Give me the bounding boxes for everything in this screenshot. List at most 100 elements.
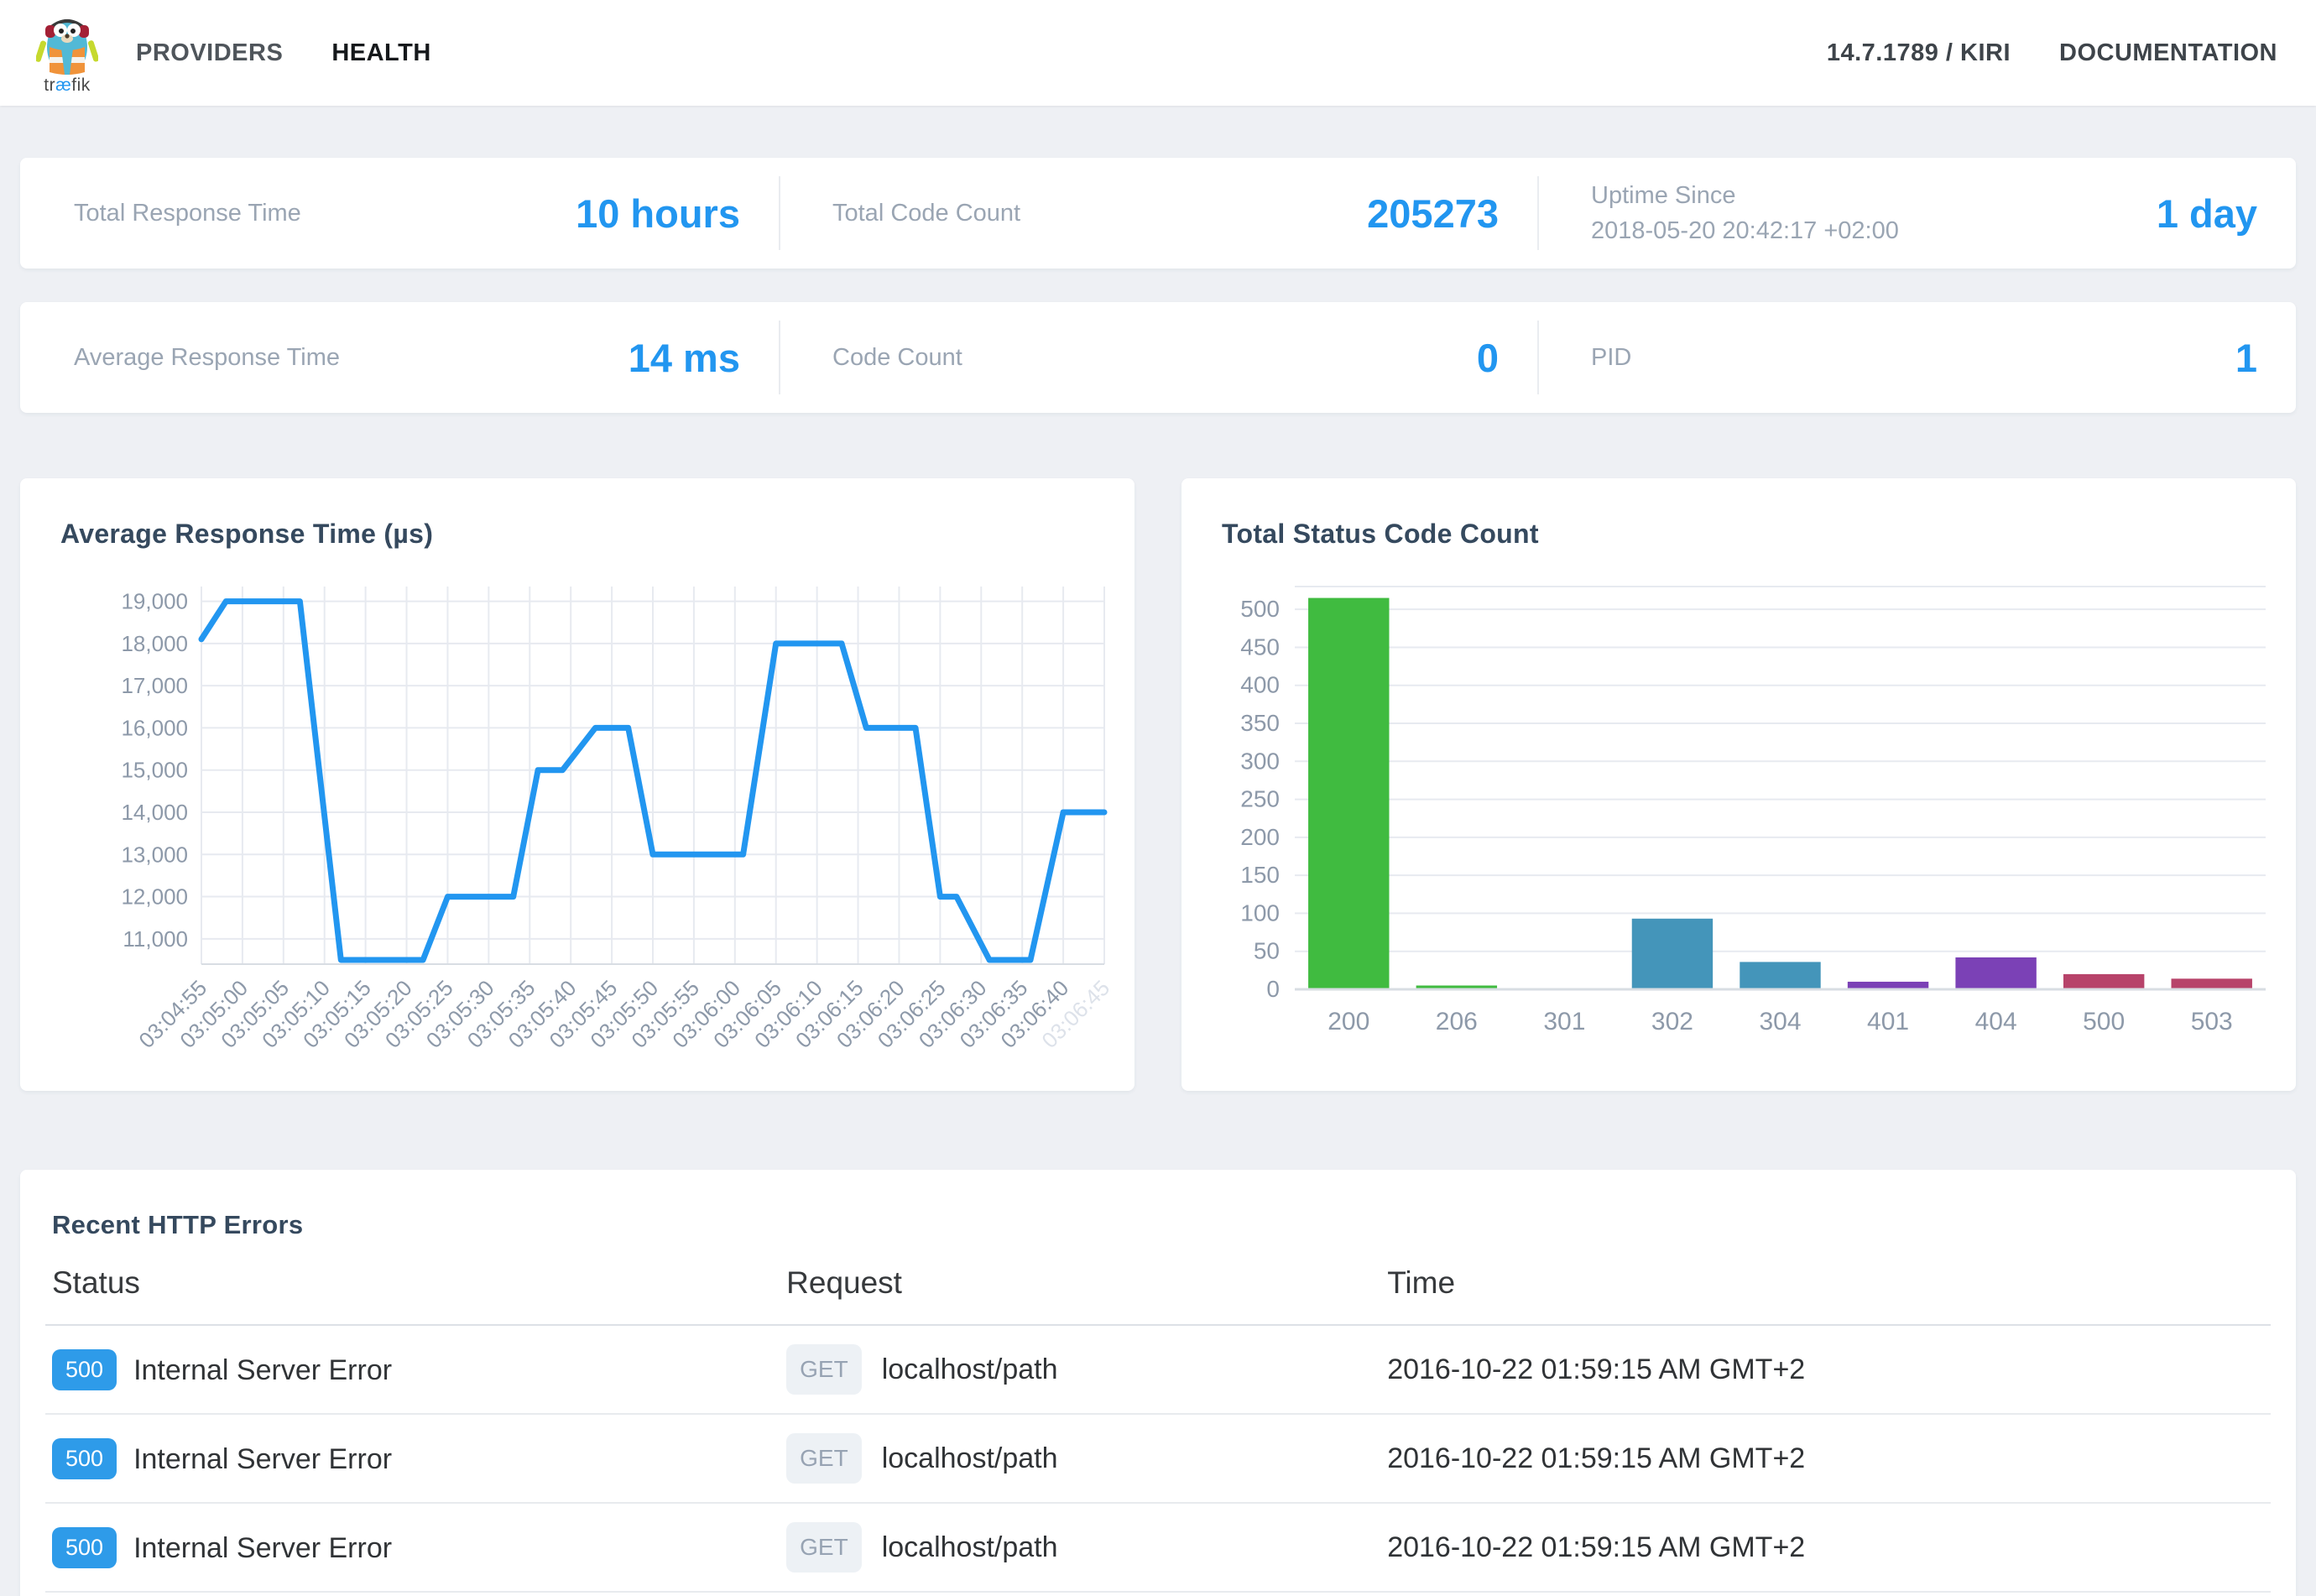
recent-http-errors-card: Recent HTTP Errors Status Request Time 5… bbox=[20, 1170, 2296, 1596]
y-axis-tick-label: 400 bbox=[1240, 672, 1280, 698]
status-code-bar-chart: 0501001502002503003504004505002002063013… bbox=[1207, 568, 2281, 1076]
time-cell: 2016-10-22 01:59:15 AM GMT+2 bbox=[1380, 1325, 2271, 1414]
response-time-line-chart: 19,00018,00017,00016,00015,00014,00013,0… bbox=[45, 568, 1119, 1091]
bar-302 bbox=[1632, 919, 1713, 989]
status-text: Internal Server Error bbox=[133, 1532, 392, 1564]
traefik-logo-text: træfik bbox=[44, 76, 91, 96]
stat-average-response-time: Average Response Time 14 ms bbox=[20, 302, 779, 413]
bar-500 bbox=[2063, 974, 2144, 989]
status-cell: 500Internal Server Error bbox=[45, 1592, 780, 1596]
bar-503 bbox=[2172, 978, 2252, 989]
status-text: Internal Server Error bbox=[133, 1354, 392, 1386]
column-header-time: Time bbox=[1380, 1254, 2271, 1325]
y-axis-tick-label: 50 bbox=[1254, 938, 1280, 964]
y-axis-tick-label: 16,000 bbox=[121, 715, 188, 740]
time-cell: 2016-10-22 01:59:15 AM GMT+2 bbox=[1380, 1503, 2271, 1592]
bar-404 bbox=[1955, 957, 2036, 989]
y-axis-tick-label: 200 bbox=[1240, 824, 1280, 850]
y-axis-tick-label: 17,000 bbox=[121, 673, 188, 698]
stat-value: 0 bbox=[1477, 335, 1499, 381]
x-axis-tick-label: 302 bbox=[1651, 1008, 1693, 1035]
y-axis-tick-label: 350 bbox=[1240, 710, 1280, 736]
request-path: localhost/path bbox=[882, 1353, 1058, 1385]
x-axis-tick-label: 200 bbox=[1328, 1008, 1369, 1035]
response-time-chart-title: Average Response Time (µs) bbox=[60, 519, 1119, 550]
status-cell: 500 Internal Server Error bbox=[45, 1503, 780, 1592]
status-code-chart-title: Total Status Code Count bbox=[1222, 519, 2281, 550]
x-axis-tick-label: 503 bbox=[2191, 1008, 2233, 1035]
request-cell: GETlocalhost/path bbox=[780, 1414, 1380, 1503]
y-axis-tick-label: 13,000 bbox=[121, 842, 188, 867]
x-axis-tick-label: 206 bbox=[1436, 1008, 1478, 1035]
y-axis-tick-label: 19,000 bbox=[121, 589, 188, 614]
status-code-badge: 500 bbox=[52, 1438, 117, 1479]
error-row: 500 Internal Server Error GET localhost/pat… bbox=[45, 1503, 2271, 1592]
traefik-logo[interactable]: træfik bbox=[20, 10, 114, 96]
bar-200 bbox=[1308, 598, 1389, 989]
column-header-status: Status bbox=[45, 1254, 780, 1325]
stat-label: PID bbox=[1591, 340, 1631, 375]
x-axis-tick-label: 301 bbox=[1543, 1008, 1585, 1035]
response-time-chart-card: Average Response Time (µs) 19,00018,0001… bbox=[20, 478, 1135, 1091]
errors-table-header-row: Status Request Time bbox=[45, 1254, 2271, 1325]
y-axis-tick-label: 11,000 bbox=[123, 926, 188, 952]
y-axis-tick-label: 100 bbox=[1240, 900, 1280, 926]
request-cell: GETlocalhost/path bbox=[780, 1592, 1380, 1596]
nav-item-health[interactable]: HEALTH bbox=[331, 39, 430, 67]
status-code-chart-card: Total Status Code Count 0501001502002503… bbox=[1181, 478, 2296, 1091]
stat-code-count: Code Count 0 bbox=[779, 302, 1537, 413]
stat-value: 1 day bbox=[2157, 190, 2257, 237]
status-cell: 500 Internal Server Error bbox=[45, 1414, 780, 1503]
y-axis-tick-label: 450 bbox=[1240, 634, 1280, 660]
stat-pid: PID 1 bbox=[1537, 302, 2296, 413]
app-header: træfik PROVIDERS HEALTH 14.7.1789 / KIRI… bbox=[0, 0, 2316, 106]
stat-total-code-count: Total Code Count 205273 bbox=[779, 158, 1537, 269]
column-header-request: Request bbox=[780, 1254, 1380, 1325]
bar-304 bbox=[1740, 962, 1820, 989]
stats-row-2: Average Response Time 14 ms Code Count 0… bbox=[20, 302, 2296, 413]
stat-value: 205273 bbox=[1367, 190, 1499, 237]
y-axis-tick-label: 500 bbox=[1240, 596, 1280, 622]
y-axis-tick-label: 0 bbox=[1266, 976, 1280, 1002]
stat-uptime-since: Uptime Since 2018-05-20 20:42:17 +02:00 … bbox=[1537, 158, 2296, 269]
stat-sublabel: 2018-05-20 20:42:17 +02:00 bbox=[1591, 213, 1899, 248]
y-axis-tick-label: 150 bbox=[1240, 862, 1280, 888]
method-badge: GET bbox=[786, 1344, 862, 1395]
y-axis-tick-label: 14,000 bbox=[121, 800, 188, 825]
request-path: localhost/path bbox=[882, 1531, 1058, 1563]
request-cell: GET localhost/path bbox=[780, 1325, 1380, 1414]
stat-label: Average Response Time bbox=[74, 340, 340, 375]
line-chart-svg: 19,00018,00017,00016,00015,00014,00013,0… bbox=[45, 568, 1111, 1091]
main-nav: PROVIDERS HEALTH bbox=[136, 39, 431, 67]
status-code-badge: 500 bbox=[52, 1349, 117, 1390]
bar-chart-svg: 0501001502002503003504004505002002063013… bbox=[1207, 568, 2272, 1072]
stat-value: 14 ms bbox=[629, 335, 740, 381]
error-row: 500 Internal Server Error GETlocalhost/pat… bbox=[45, 1414, 2271, 1503]
documentation-link[interactable]: DOCUMENTATION bbox=[2059, 39, 2277, 67]
stat-value: 1 bbox=[2235, 335, 2257, 381]
x-axis-tick-label: 304 bbox=[1759, 1008, 1801, 1035]
error-row: 500Internal Server ErrorGETlocalhost/pat… bbox=[45, 1592, 2271, 1596]
x-axis-tick-label: 404 bbox=[1975, 1008, 2017, 1035]
stat-total-response-time: Total Response Time 10 hours bbox=[20, 158, 779, 269]
status-cell: 500 Internal Server Error bbox=[45, 1325, 780, 1414]
y-axis-tick-label: 300 bbox=[1240, 748, 1280, 774]
time-cell: 2016-10-22 01:59:15 AM GMT+2 bbox=[1380, 1414, 2271, 1503]
charts-row: Average Response Time (µs) 19,00018,0001… bbox=[20, 478, 2296, 1091]
stat-label: Uptime Since bbox=[1591, 178, 1899, 213]
request-cell: GET localhost/path bbox=[780, 1503, 1380, 1592]
y-axis-tick-label: 12,000 bbox=[121, 884, 188, 910]
status-text: Internal Server Error bbox=[133, 1443, 392, 1475]
stat-label: Total Code Count bbox=[832, 196, 1020, 231]
stat-value: 10 hours bbox=[576, 190, 740, 237]
version-label: 14.7.1789 / KIRI bbox=[1827, 39, 2011, 67]
stats-row-1: Total Response Time 10 hours Total Code … bbox=[20, 158, 2296, 269]
nav-item-providers[interactable]: PROVIDERS bbox=[136, 39, 283, 67]
error-row: 500 Internal Server Error GET localhost/pat… bbox=[45, 1325, 2271, 1414]
request-path: localhost/path bbox=[882, 1442, 1058, 1474]
method-badge: GET bbox=[786, 1522, 862, 1573]
traefik-gopher-icon bbox=[36, 10, 98, 77]
header-right: 14.7.1789 / KIRI DOCUMENTATION bbox=[1827, 39, 2277, 67]
x-axis-tick-label: 500 bbox=[2083, 1008, 2125, 1035]
status-code-badge: 500 bbox=[52, 1527, 117, 1568]
